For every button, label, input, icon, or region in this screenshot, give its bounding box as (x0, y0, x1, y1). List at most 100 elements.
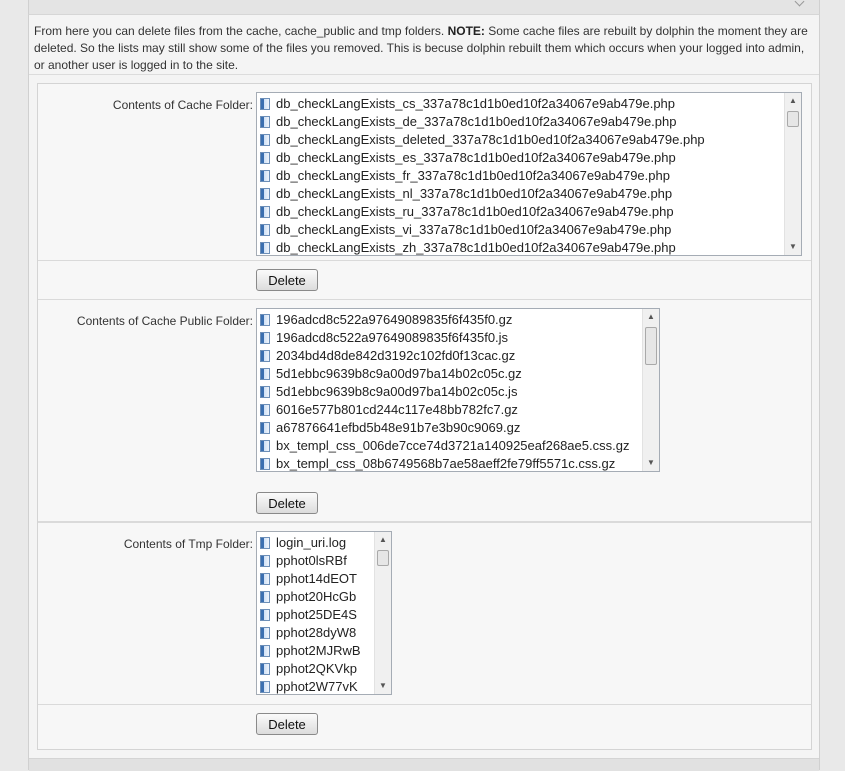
bottom-panel-strip (29, 758, 819, 771)
scroll-thumb[interactable] (377, 550, 389, 566)
tmp-files-list: login_uri.log pphot0lsRBf pphot14dEOT pphot… (257, 532, 391, 694)
file-name: pphot2MJRwB (276, 643, 361, 658)
file-icon (260, 386, 270, 398)
file-name: db_checkLangExists_nl_337a78c1d1b0ed10f2… (276, 186, 673, 201)
file-list-item[interactable]: bx_templ_css_006de7cce74d3721a140925eaf2… (260, 437, 659, 455)
cache-files-listbox[interactable]: db_checkLangExists_cs_337a78c1d1b0ed10f2… (256, 92, 802, 256)
collapse-arrow-icon[interactable] (794, 0, 805, 7)
file-icon (260, 555, 270, 567)
file-icon (260, 627, 270, 639)
file-list-item[interactable]: db_checkLangExists_zh_337a78c1d1b0ed10f2… (260, 239, 801, 255)
file-list-item[interactable]: db_checkLangExists_de_337a78c1d1b0ed10f2… (260, 113, 801, 131)
top-panel-strip (28, 0, 820, 15)
file-list-item[interactable]: db_checkLangExists_es_337a78c1d1b0ed10f2… (260, 149, 801, 167)
file-list-item[interactable]: pphot25DE4S (260, 606, 391, 624)
file-list-item[interactable]: 5d1ebbc9639b8c9a00d97ba14b02c05c.js (260, 383, 659, 401)
tmp-files-listbox[interactable]: login_uri.log pphot0lsRBf pphot14dEOT pphot… (256, 531, 392, 695)
file-list-item[interactable]: 6016e577b801cd244c117e48bb782fc7.gz (260, 401, 659, 419)
note-label: NOTE: (447, 24, 485, 38)
scroll-up-arrow-icon[interactable]: ▲ (643, 309, 659, 325)
file-name: db_checkLangExists_fr_337a78c1d1b0ed10f2… (276, 168, 670, 183)
file-name: 196adcd8c522a97649089835f6f435f0.gz (276, 312, 513, 327)
file-list-item[interactable]: a67876641efbd5b48e91b7e3b90c9069.gz (260, 419, 659, 437)
scroll-down-arrow-icon[interactable]: ▼ (785, 239, 801, 255)
file-icon (260, 440, 270, 452)
file-name: pphot14dEOT (276, 571, 357, 586)
file-name: bx_templ_css_006de7cce74d3721a140925eaf2… (276, 438, 630, 453)
file-icon (260, 206, 270, 218)
file-icon (260, 98, 270, 110)
scroll-thumb[interactable] (787, 111, 799, 127)
file-icon (260, 350, 270, 362)
file-icon (260, 663, 270, 675)
file-name: 6016e577b801cd244c117e48bb782fc7.gz (276, 402, 518, 417)
file-icon (260, 314, 270, 326)
file-list-item[interactable]: db_checkLangExists_vi_337a78c1d1b0ed10f2… (260, 221, 801, 239)
file-name: 196adcd8c522a97649089835f6f435f0.js (276, 330, 509, 345)
intro-divider (29, 74, 819, 75)
file-icon (260, 116, 270, 128)
file-list-item[interactable]: db_checkLangExists_nl_337a78c1d1b0ed10f2… (260, 185, 801, 203)
scroll-down-arrow-icon[interactable]: ▼ (643, 455, 659, 471)
delete-cache-public-button[interactable]: Delete (256, 492, 318, 514)
tmp-delete-row: Delete (38, 705, 811, 747)
file-name: db_checkLangExists_es_337a78c1d1b0ed10f2… (276, 150, 676, 165)
file-list-item[interactable]: db_checkLangExists_deleted_337a78c1d1b0e… (260, 131, 801, 149)
file-list-item[interactable]: 196adcd8c522a97649089835f6f435f0.js (260, 329, 659, 347)
file-icon (260, 242, 270, 254)
file-list-item[interactable]: bx_templ_css_08b6749568b7ae58aeff2fe79ff… (260, 455, 659, 471)
file-list-item[interactable]: pphot0lsRBf (260, 552, 391, 570)
file-list-item[interactable]: login_uri.log (260, 534, 391, 552)
file-list-item[interactable]: 5d1ebbc9639b8c9a00d97ba14b02c05c.gz (260, 365, 659, 383)
file-list-item[interactable]: pphot2W77vK (260, 678, 391, 694)
file-icon (260, 458, 270, 470)
tmp-listbox-scrollbar[interactable]: ▲ ▼ (374, 532, 391, 694)
intro-text-before: From here you can delete files from the … (34, 24, 448, 38)
scroll-down-arrow-icon[interactable]: ▼ (375, 678, 391, 694)
file-icon (260, 422, 270, 434)
file-icon (260, 645, 270, 657)
cache-public-files-list: 196adcd8c522a97649089835f6f435f0.gz 196ad… (257, 309, 659, 471)
file-list-item[interactable]: pphot14dEOT (260, 570, 391, 588)
file-icon (260, 404, 270, 416)
file-name: db_checkLangExists_de_337a78c1d1b0ed10f2… (276, 114, 677, 129)
file-name: 5d1ebbc9639b8c9a00d97ba14b02c05c.js (276, 384, 518, 399)
file-name: pphot2QKVkp (276, 661, 357, 676)
file-icon (260, 591, 270, 603)
file-name: db_checkLangExists_zh_337a78c1d1b0ed10f2… (276, 240, 676, 255)
file-name: db_checkLangExists_ru_337a78c1d1b0ed10f2… (276, 204, 674, 219)
file-list-item[interactable]: pphot28dyW8 (260, 624, 391, 642)
cache-delete-row: Delete (38, 261, 811, 300)
file-icon (260, 188, 270, 200)
file-list-item[interactable]: 2034bd4d8de842d3192c102fd0f13cac.gz (260, 347, 659, 365)
file-name: login_uri.log (276, 535, 347, 550)
file-icon (260, 368, 270, 380)
scroll-thumb[interactable] (645, 327, 657, 365)
scroll-up-arrow-icon[interactable]: ▲ (785, 93, 801, 109)
cache-public-listbox-scrollbar[interactable]: ▲ ▼ (642, 309, 659, 471)
tmp-folder-label: Contents of Tmp Folder: (123, 537, 253, 551)
file-name: 2034bd4d8de842d3192c102fd0f13cac.gz (276, 348, 516, 363)
scroll-up-arrow-icon[interactable]: ▲ (375, 532, 391, 548)
cache-listbox-scrollbar[interactable]: ▲ ▼ (784, 93, 801, 255)
file-list-item[interactable]: pphot2MJRwB (260, 642, 391, 660)
cache-public-files-listbox[interactable]: 196adcd8c522a97649089835f6f435f0.gz 196ad… (256, 308, 660, 472)
file-icon (260, 152, 270, 164)
file-name: db_checkLangExists_deleted_337a78c1d1b0e… (276, 132, 705, 147)
cache-cleaner-panel: From here you can delete files from the … (28, 15, 820, 771)
delete-tmp-button[interactable]: Delete (256, 713, 318, 735)
file-list-item[interactable]: 196adcd8c522a97649089835f6f435f0.gz (260, 311, 659, 329)
delete-files-form: Contents of Cache Folder: db_checkLangEx… (37, 83, 812, 750)
file-name: db_checkLangExists_vi_337a78c1d1b0ed10f2… (276, 222, 672, 237)
file-list-item[interactable]: db_checkLangExists_fr_337a78c1d1b0ed10f2… (260, 167, 801, 185)
delete-cache-button[interactable]: Delete (256, 269, 318, 291)
file-list-item[interactable]: db_checkLangExists_ru_337a78c1d1b0ed10f2… (260, 203, 801, 221)
file-icon (260, 224, 270, 236)
cache-folder-row: Contents of Cache Folder: db_checkLangEx… (38, 84, 811, 261)
file-name: pphot28dyW8 (276, 625, 357, 640)
file-list-item[interactable]: pphot2QKVkp (260, 660, 391, 678)
file-list-item[interactable]: db_checkLangExists_cs_337a78c1d1b0ed10f2… (260, 95, 801, 113)
file-name: pphot2W77vK (276, 679, 358, 694)
file-list-item[interactable]: pphot20HcGb (260, 588, 391, 606)
intro-text: From here you can delete files from the … (34, 23, 812, 74)
